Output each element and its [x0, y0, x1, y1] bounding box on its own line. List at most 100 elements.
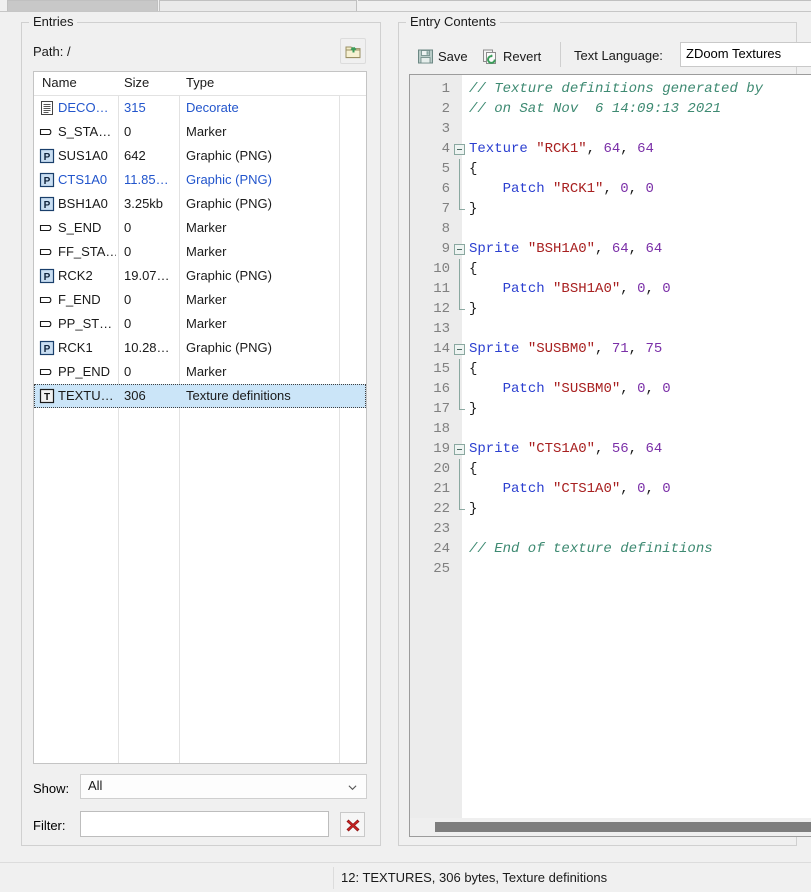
token-punct: [528, 141, 536, 157]
fold-collapse-icon[interactable]: [454, 144, 465, 155]
code-line: 4 Texture "RCK1", 64, 64: [410, 139, 811, 159]
tab-archive-1[interactable]: [7, 0, 158, 11]
marker-tag-icon: [39, 320, 52, 328]
token-number: 0: [645, 181, 654, 197]
token-keyword: Patch: [502, 181, 545, 197]
code-line: 13: [410, 319, 811, 339]
tab-archive-2[interactable]: [159, 0, 357, 11]
png-badge-icon: P: [39, 340, 55, 356]
line-number: 5: [441, 161, 450, 177]
code-line: 24 // End of texture definitions: [410, 539, 811, 559]
text-language-dropdown[interactable]: ZDoom Textures: [680, 42, 811, 67]
token-punct: ,: [595, 241, 612, 257]
entry-icon-cell: [39, 364, 56, 380]
code-line-text: Patch "RCK1", 0, 0: [469, 179, 654, 199]
table-row[interactable]: T TEXTU… 306 Texture definitions: [34, 384, 366, 408]
code-line-text: Patch "SUSBM0", 0, 0: [469, 379, 671, 399]
entry-type-cell: Graphic (PNG): [186, 268, 272, 283]
token-punct: ,: [620, 481, 638, 497]
table-row[interactable]: P CTS1A0 11.85… Graphic (PNG): [34, 168, 366, 192]
token-keyword: Sprite: [469, 341, 520, 357]
filter-input[interactable]: [80, 811, 329, 837]
token-string: "RCK1": [536, 141, 587, 157]
line-number: 4: [441, 141, 450, 157]
line-number: 3: [441, 121, 450, 137]
text-language-label: Text Language:: [574, 48, 663, 63]
table-row[interactable]: DECO… 315 Decorate: [34, 96, 366, 120]
editor-code-lines: 1 // Texture definitions generated by 2 // …: [410, 79, 811, 579]
code-line-text: // End of texture definitions: [469, 539, 713, 559]
entry-icon-cell: [39, 316, 56, 332]
code-line: 5{: [410, 159, 811, 179]
clear-filter-button[interactable]: [340, 812, 365, 837]
code-line: 14 Sprite "SUSBM0", 71, 75: [410, 339, 811, 359]
line-number: 9: [441, 241, 450, 257]
fold-guide-line: [459, 459, 460, 479]
table-row[interactable]: S_END 0 Marker: [34, 216, 366, 240]
line-number: 2: [441, 101, 450, 117]
entries-list-header: Name Size Type: [34, 72, 366, 96]
token-punct: ,: [595, 441, 612, 457]
line-number: 15: [433, 361, 450, 377]
revert-button[interactable]: Revert: [482, 45, 541, 67]
token-number: 64: [645, 441, 663, 457]
entry-size-cell: 19.07…: [124, 268, 170, 283]
entry-name-cell: DECO…: [58, 100, 109, 115]
token-string: "BSH1A0": [553, 281, 621, 297]
code-line-text: // Texture definitions generated by: [469, 79, 763, 99]
entry-icon-cell: [39, 244, 56, 260]
code-line-text: }: [469, 199, 477, 219]
entry-icon-cell: T: [39, 388, 56, 404]
column-header-name[interactable]: Name: [42, 75, 77, 90]
token-punct: }: [469, 301, 478, 317]
fold-collapse-icon[interactable]: [454, 244, 465, 255]
svg-text:P: P: [44, 272, 51, 283]
entry-icon-cell: P: [39, 148, 56, 164]
code-editor[interactable]: 1 // Texture definitions generated by 2 // …: [409, 74, 811, 837]
revert-button-label: Revert: [503, 48, 542, 64]
fold-end-marker: [459, 199, 465, 210]
fold-guide-line: [459, 279, 460, 299]
line-number: 25: [433, 561, 450, 577]
entry-name-cell: S_STA…: [58, 124, 112, 139]
code-line: 2 // on Sat Nov 6 14:09:13 2021: [410, 99, 811, 119]
marker-tag-icon: [39, 224, 52, 232]
editor-horizontal-scrollbar-thumb[interactable]: [435, 822, 811, 832]
table-row[interactable]: P RCK1 10.28… Graphic (PNG): [34, 336, 366, 360]
table-row[interactable]: P RCK2 19.07… Graphic (PNG): [34, 264, 366, 288]
token-comment: // on Sat Nov 6 14:09:13 2021: [469, 101, 722, 117]
table-row[interactable]: P BSH1A0 3.25kb Graphic (PNG): [34, 192, 366, 216]
table-row[interactable]: PP_ST… 0 Marker: [34, 312, 366, 336]
table-row[interactable]: FF_STA… 0 Marker: [34, 240, 366, 264]
token-string: "BSH1A0": [527, 241, 596, 257]
fold-collapse-icon[interactable]: [454, 344, 465, 355]
column-header-size[interactable]: Size: [124, 75, 149, 90]
column-header-type[interactable]: Type: [186, 75, 214, 90]
line-number: 1: [441, 81, 450, 97]
svg-text:P: P: [44, 152, 51, 163]
png-badge-icon: P: [39, 268, 55, 284]
table-row[interactable]: P SUS1A0 642 Graphic (PNG): [34, 144, 366, 168]
token-comment: // End of texture definitions: [469, 541, 713, 557]
save-button[interactable]: Save: [417, 45, 468, 67]
fold-end-marker: [459, 299, 465, 310]
table-row[interactable]: PP_END 0 Marker: [34, 360, 366, 384]
chevron-down-icon: [348, 785, 357, 791]
table-row[interactable]: F_END 0 Marker: [34, 288, 366, 312]
code-line: 16 Patch "SUSBM0", 0, 0: [410, 379, 811, 399]
svg-text:P: P: [44, 176, 51, 187]
token-punct: ,: [595, 341, 612, 357]
show-dropdown[interactable]: All: [80, 774, 367, 799]
fold-collapse-icon[interactable]: [454, 444, 465, 455]
path-label: Path: /: [33, 44, 71, 59]
code-line: 1 // Texture definitions generated by: [410, 79, 811, 99]
marker-tag-icon: [39, 296, 52, 304]
entry-icon-cell: P: [39, 172, 56, 188]
entries-list[interactable]: Name Size Type DECO… 315 Decorate S_STA… 0 Ma…: [33, 71, 367, 764]
token-number: 71: [611, 341, 629, 357]
table-row[interactable]: S_STA… 0 Marker: [34, 120, 366, 144]
folder-up-icon[interactable]: [340, 38, 366, 64]
code-line: 10 {: [410, 259, 811, 279]
fold-end-marker: [459, 499, 465, 510]
editor-horizontal-scrollbar[interactable]: [409, 818, 811, 837]
